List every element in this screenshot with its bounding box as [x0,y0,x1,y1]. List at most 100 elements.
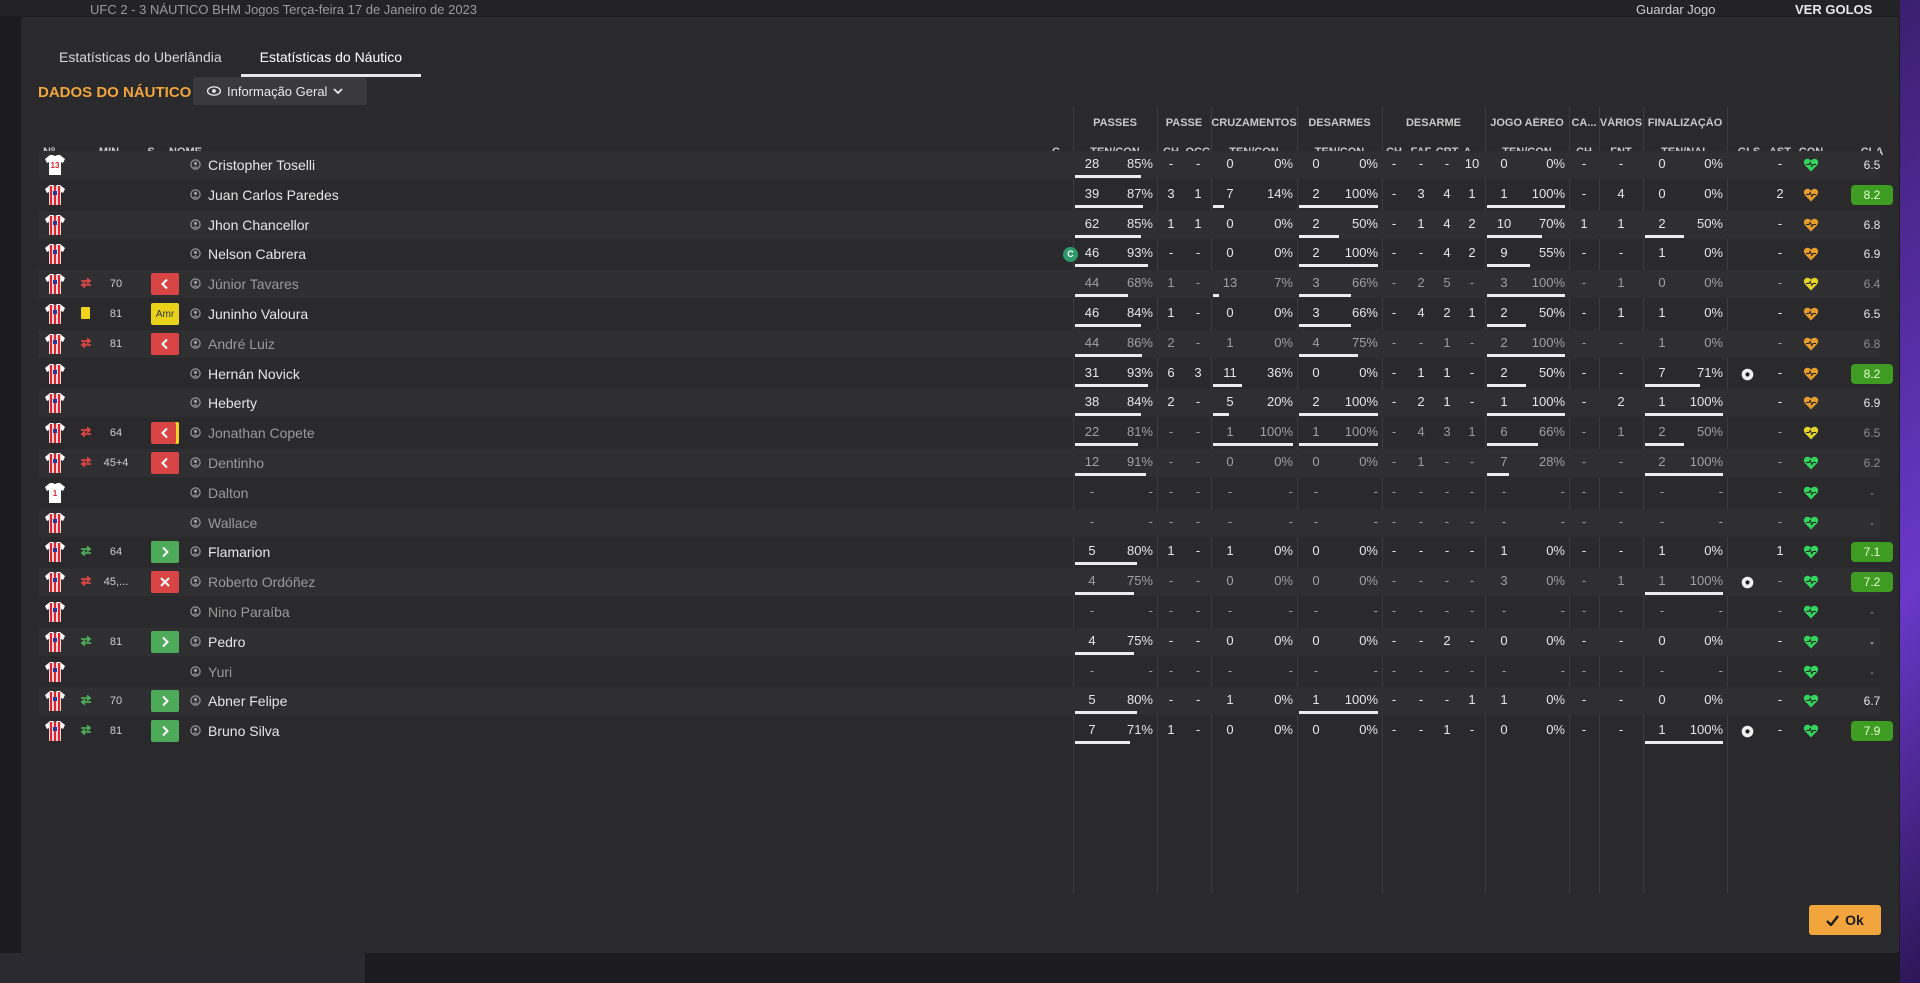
stat-ast: - [1777,305,1783,320]
player-name[interactable]: Jhon Chancellor [208,211,309,239]
player-name[interactable]: Yuri [208,658,232,686]
stat-ch1: - [1168,603,1174,618]
substitution-icon [80,546,92,557]
stat-cr-percent: 0% [1274,573,1293,589]
stat-ch3: - [1581,275,1587,291]
stat-faf: - [1418,662,1424,678]
player-row[interactable]: Wallace - - - - - - - - - - - - - - - - - - - - [38,508,1880,537]
subbed-on-badge[interactable] [151,630,179,653]
player-name[interactable]: Abner Felipe [208,687,287,715]
stat-cr-attempts: 1 [1226,692,1234,708]
stat-fnt: - [1618,632,1624,648]
tab-uberlandia-stats[interactable]: Estatísticas do Uberlândia [40,39,241,77]
player-row[interactable]: Nino Paraíba - - - - - - - - - - - - - - - - - - - - [38,598,1880,626]
player-row[interactable]: 70 Júnior Tavares 44 68% 13 7% 3 66% 3 100% 0 0% 1- -… [38,270,1880,299]
stat-ocg: - [1195,275,1201,291]
stat-d-success-bar [1299,204,1378,208]
stat-fnt: - [1618,603,1624,618]
stat-f-success-bar [1645,443,1684,447]
stat-cr-attempts: 1 [1226,543,1234,559]
ok-button[interactable]: Ok [1809,905,1881,935]
player-name[interactable]: André Luiz [208,330,275,358]
player-row[interactable]: Jhon Chancellor 62 85% 0 0% 2 50% 10 70% 2 50% 1 1-1… [38,210,1880,239]
player-name[interactable]: Flamarion [208,538,270,566]
subbed-on-badge[interactable] [151,690,179,713]
stat-ast: - [1777,603,1783,618]
match-rating: 7.1 [1851,542,1893,563]
subbed-off-badge[interactable] [151,273,179,296]
stat-p-attempts: - [1089,662,1095,678]
background-header-text: UFC 2 - 3 NÁUTICO BHM Jogos Terça-feira … [90,2,478,16]
player-row[interactable]: 45+4 Dentinho 12 91% 0 0% 0 0% 7 28% 2 100% - - -1- - - -… [38,449,1880,477]
player-row[interactable]: Yuri - - - - - - - - - - - - - - - - - - - - [38,658,1880,686]
player-row[interactable]: 13 Cristopher Toselli 28 85% 0 0% 0 0% 0 0% 0 0% - - -… [38,151,1880,179]
stat-d-percent: 0% [1359,364,1378,380]
match-rating: 6.8 [1863,217,1881,232]
player-row[interactable]: 81 Pedro 4 75% 0 0% 0 0% 0 0% 0 0% - - - -2- - - - - [38,627,1880,656]
player-row[interactable]: 70 Abner Felipe 5 80% 1 0% 1 100% 1 0% 0 0% - - - - -1- -… [38,687,1880,716]
stat-d-percent: - [1373,662,1378,678]
player-row[interactable]: 64 Jonathan Copete 22 81% 1 100% 1 100% 6 66% 2 50%… [38,419,1880,447]
stat-ast: - [1777,364,1783,380]
stat-ae-attempts: 1 [1500,692,1508,708]
stat-cr-attempts: - [1227,513,1233,529]
player-name[interactable]: Jonathan Copete [208,419,315,447]
player-name[interactable]: Pedro [208,628,245,656]
player-row[interactable]: 64 Flamarion 5 80% 1 0% 0 0% 1 0% 1 0% 1- - - - - - -1 7.1 [38,538,1893,566]
player-row[interactable]: 45,... Roberto Ordóñez 4 75% 0 0% 0 0% 3 0% 1 100% -… [38,568,1893,597]
player-row[interactable]: Heberty 38 84% 5 20% 2 100% 1 100% 1 100% 2- -2 1- -2-… [38,389,1880,418]
stat-p-percent: - [1148,603,1153,618]
stat-ae-attempts: 0 [1500,156,1508,171]
player-name[interactable]: Bruno Silva [208,717,280,745]
match-rating: - [1870,634,1874,649]
player-row[interactable]: 81 André Luiz 44 86% 1 0% 4 75% 2 100% 1 0% 2- - -1- - -… [38,329,1880,358]
subbed-on-badge[interactable] [151,720,179,743]
player-name[interactable]: Dentinho [208,449,264,477]
stat-f-success-bar [1645,234,1684,238]
yellow-card-badge[interactable]: Amr [151,303,179,325]
player-name[interactable]: Júnior Tavares [208,270,299,298]
player-profile-icon [190,308,201,319]
stat-d-attempts: - [1313,603,1319,618]
player-name[interactable]: Wallace [208,509,257,537]
tab-nautico-stats[interactable]: Estatísticas do Náutico [240,39,422,77]
stat-a: - [1469,483,1475,499]
team-shirt-icon [45,661,65,682]
stat-faf: - [1418,603,1424,618]
player-name[interactable]: Dalton [208,479,248,507]
stat-ae-attempts: 0 [1500,632,1508,648]
view-dropdown[interactable]: Informação Geral [193,77,367,105]
stat-a: - [1469,632,1475,648]
player-name[interactable]: Juninho Valoura [208,300,308,328]
player-name[interactable]: Cristopher Toselli [208,151,315,179]
subbed-off-badge[interactable] [151,332,179,355]
stat-ae-success-bar [1487,234,1542,238]
stat-a: 1 [1468,424,1476,440]
background-match-header: UFC 2 - 3 NÁUTICO BHM Jogos Terça-feira … [0,0,1920,16]
stat-ch3: - [1581,305,1587,320]
subbed-on-badge[interactable] [151,541,179,564]
player-row[interactable]: Juan Carlos Paredes 39 87% 7 14% 2 100% 1 100% 0 0… [38,181,1893,209]
stat-faf: - [1418,513,1424,529]
stat-ch1: 1 [1167,275,1175,291]
stat-d-success-bar [1299,443,1378,447]
player-name[interactable]: Nino Paraíba [208,598,290,626]
stat-ch1: 1 [1167,722,1175,738]
stat-faf: - [1418,573,1424,589]
player-name[interactable]: Roberto Ordóñez [208,568,315,596]
player-row[interactable]: Hernán Novick 31 93% 11 36% 0 0% 2 50% 7 71% 6 3-1 1-… [38,360,1893,388]
player-name[interactable]: Nelson Cabrera [208,240,306,268]
stat-ch2: - [1391,454,1397,469]
player-row[interactable]: 81 Bruno Silva 7 71% 0 0% 0 0% 0 0% 1 100% 1- - -1- - - -… [38,717,1893,745]
player-row[interactable]: Nelson Cabrera C 46 93% 0 0% 2 100% 9 55% 1 0% - - - -4… [38,240,1880,268]
stat-ch1: 3 [1167,185,1175,201]
player-name[interactable]: Juan Carlos Paredes [208,181,339,209]
player-row[interactable]: 81 Amr Juninho Valoura 46 84% 0 0% 3 66% 2 50% 1 0% 1… [38,300,1880,328]
player-name[interactable]: Heberty [208,389,257,417]
condition-heart-icon [1803,248,1819,261]
subbed-on-off-badge[interactable] [151,571,179,594]
player-name[interactable]: Hernán Novick [208,360,300,388]
subbed-off-badge[interactable] [151,452,179,474]
player-row[interactable]: 1 Dalton - - - - - - - - - - - - - - - - - - - - [38,479,1880,507]
subbed-off-badge[interactable] [151,422,179,445]
